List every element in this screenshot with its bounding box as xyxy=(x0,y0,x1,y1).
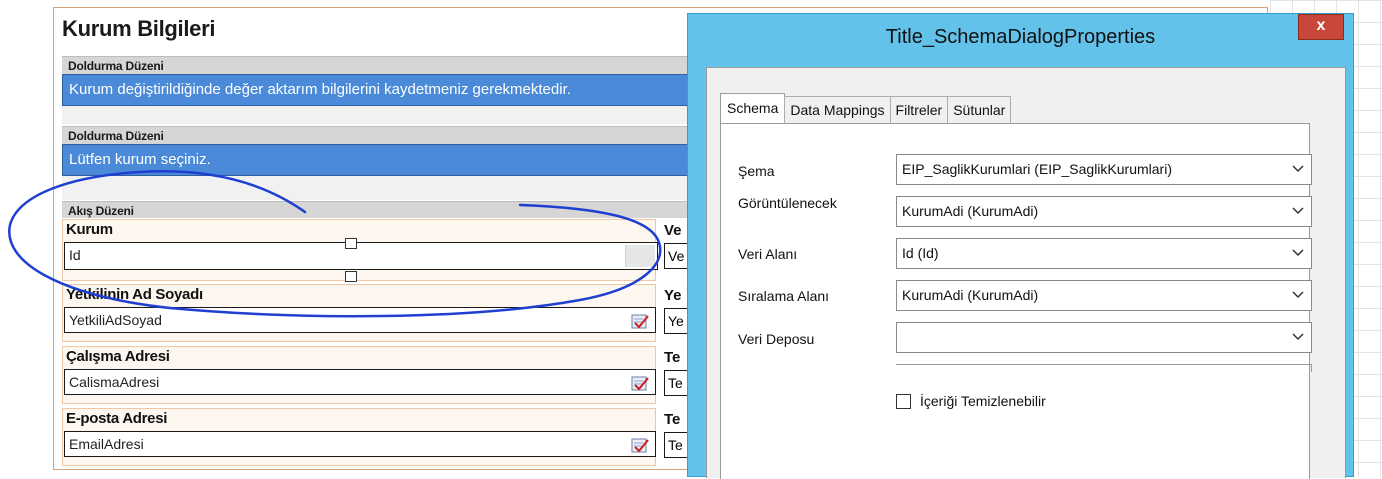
email-input[interactable]: EmailAdresi xyxy=(64,431,656,457)
info-message-1: Kurum değiştirildiğinde değer aktarım bi… xyxy=(62,74,702,106)
close-icon: x xyxy=(1316,17,1326,34)
field-label: Çalışma Adresi xyxy=(66,348,170,365)
field-kurum: Kurum Id xyxy=(62,219,658,281)
spacer-band xyxy=(62,106,702,124)
field-label: E-posta Adresi xyxy=(66,410,168,427)
authorized-name-input[interactable]: YetkiliAdSoyad xyxy=(64,307,656,333)
select-value: KurumAdi (KurumAdi) xyxy=(902,287,1039,303)
field-work-address: Çalışma Adresi CalismaAdresi xyxy=(62,346,656,404)
field-authorized-name: Yetkilinin Ad Soyadı YetkiliAdSoyad xyxy=(62,284,656,342)
chevron-down-icon xyxy=(1292,333,1304,341)
right-field-label: Te xyxy=(664,411,681,428)
separator xyxy=(896,364,1312,372)
field-value: EmailAdresi xyxy=(69,436,144,452)
edit-check-icon[interactable] xyxy=(631,312,649,330)
select-value: Id (Id) xyxy=(902,245,939,261)
spacer-band xyxy=(62,176,702,200)
display-field-select[interactable]: KurumAdi (KurumAdi) xyxy=(896,196,1312,227)
data-store-select[interactable] xyxy=(896,322,1312,353)
chevron-down-icon xyxy=(1292,207,1304,215)
schema-select[interactable]: EIP_SaglikKurumlari (EIP_SaglikKurumlari… xyxy=(896,154,1312,185)
field-value: CalismaAdresi xyxy=(69,374,160,390)
tab-schema[interactable]: Schema xyxy=(720,93,786,124)
section-header-fill-order-1: Doldurma Düzeni xyxy=(62,56,702,74)
close-button[interactable]: x xyxy=(1298,14,1344,40)
select-value: EIP_SaglikKurumlari (EIP_SaglikKurumlari… xyxy=(902,161,1172,177)
right-field-label: Te xyxy=(664,349,681,366)
clearable-checkbox[interactable] xyxy=(896,394,911,409)
select-value: KurumAdi (KurumAdi) xyxy=(902,203,1039,219)
field-value: Id xyxy=(69,247,81,263)
prop-label-schema: Şema xyxy=(738,163,775,179)
dialog-title: Title_SchemaDialogProperties xyxy=(885,26,1156,48)
tab-bar: Schema Data Mappings Filtreler Sütunlar xyxy=(720,93,1012,124)
dialog-body: Schema Data Mappings Filtreler Sütunlar … xyxy=(706,67,1346,479)
prop-label-sort-field: Sıralama Alanı xyxy=(738,288,830,304)
work-address-input[interactable]: CalismaAdresi xyxy=(64,369,656,395)
lookup-button[interactable] xyxy=(625,245,655,267)
schema-dialog: Title_SchemaDialogProperties x Schema Da… xyxy=(687,13,1354,479)
clearable-checkbox-label: İçeriği Temizlenebilir xyxy=(920,393,1046,409)
resize-handle-top[interactable] xyxy=(345,238,357,249)
field-label: Kurum xyxy=(66,221,113,238)
field-value: YetkiliAdSoyad xyxy=(69,312,162,328)
field-email: E-posta Adresi EmailAdresi xyxy=(62,408,656,466)
chevron-down-icon xyxy=(1292,165,1304,173)
tab-columns[interactable]: Sütunlar xyxy=(947,96,1012,124)
sort-field-select[interactable]: KurumAdi (KurumAdi) xyxy=(896,280,1312,311)
schema-tab-page: Şema EIP_SaglikKurumlari (EIP_SaglikKuru… xyxy=(720,123,1312,479)
page-title: Kurum Bilgileri xyxy=(62,16,216,41)
prop-label-data-store: Veri Deposu xyxy=(738,331,815,347)
section-header-flow-order: Akış Düzeni xyxy=(62,201,702,218)
info-message-2: Lütfen kurum seçiniz. xyxy=(62,144,702,176)
edit-check-icon[interactable] xyxy=(631,374,649,392)
tab-data-mappings[interactable]: Data Mappings xyxy=(784,96,891,124)
edit-check-icon[interactable] xyxy=(631,436,649,454)
prop-label-display: Görüntülenecek xyxy=(738,195,837,211)
data-field-select[interactable]: Id (Id) xyxy=(896,238,1312,269)
resize-handle-bottom[interactable] xyxy=(345,271,357,282)
right-field-label: Ve xyxy=(664,222,682,239)
kurum-input[interactable]: Id xyxy=(64,242,658,270)
chevron-down-icon xyxy=(1292,291,1304,299)
prop-label-data-field: Veri Alanı xyxy=(738,246,798,262)
tab-filters[interactable]: Filtreler xyxy=(889,96,949,124)
right-field-label: Ye xyxy=(664,287,682,304)
field-label: Yetkilinin Ad Soyadı xyxy=(66,286,203,303)
section-header-fill-order-2: Doldurma Düzeni xyxy=(62,126,702,144)
chevron-down-icon xyxy=(1292,249,1304,257)
